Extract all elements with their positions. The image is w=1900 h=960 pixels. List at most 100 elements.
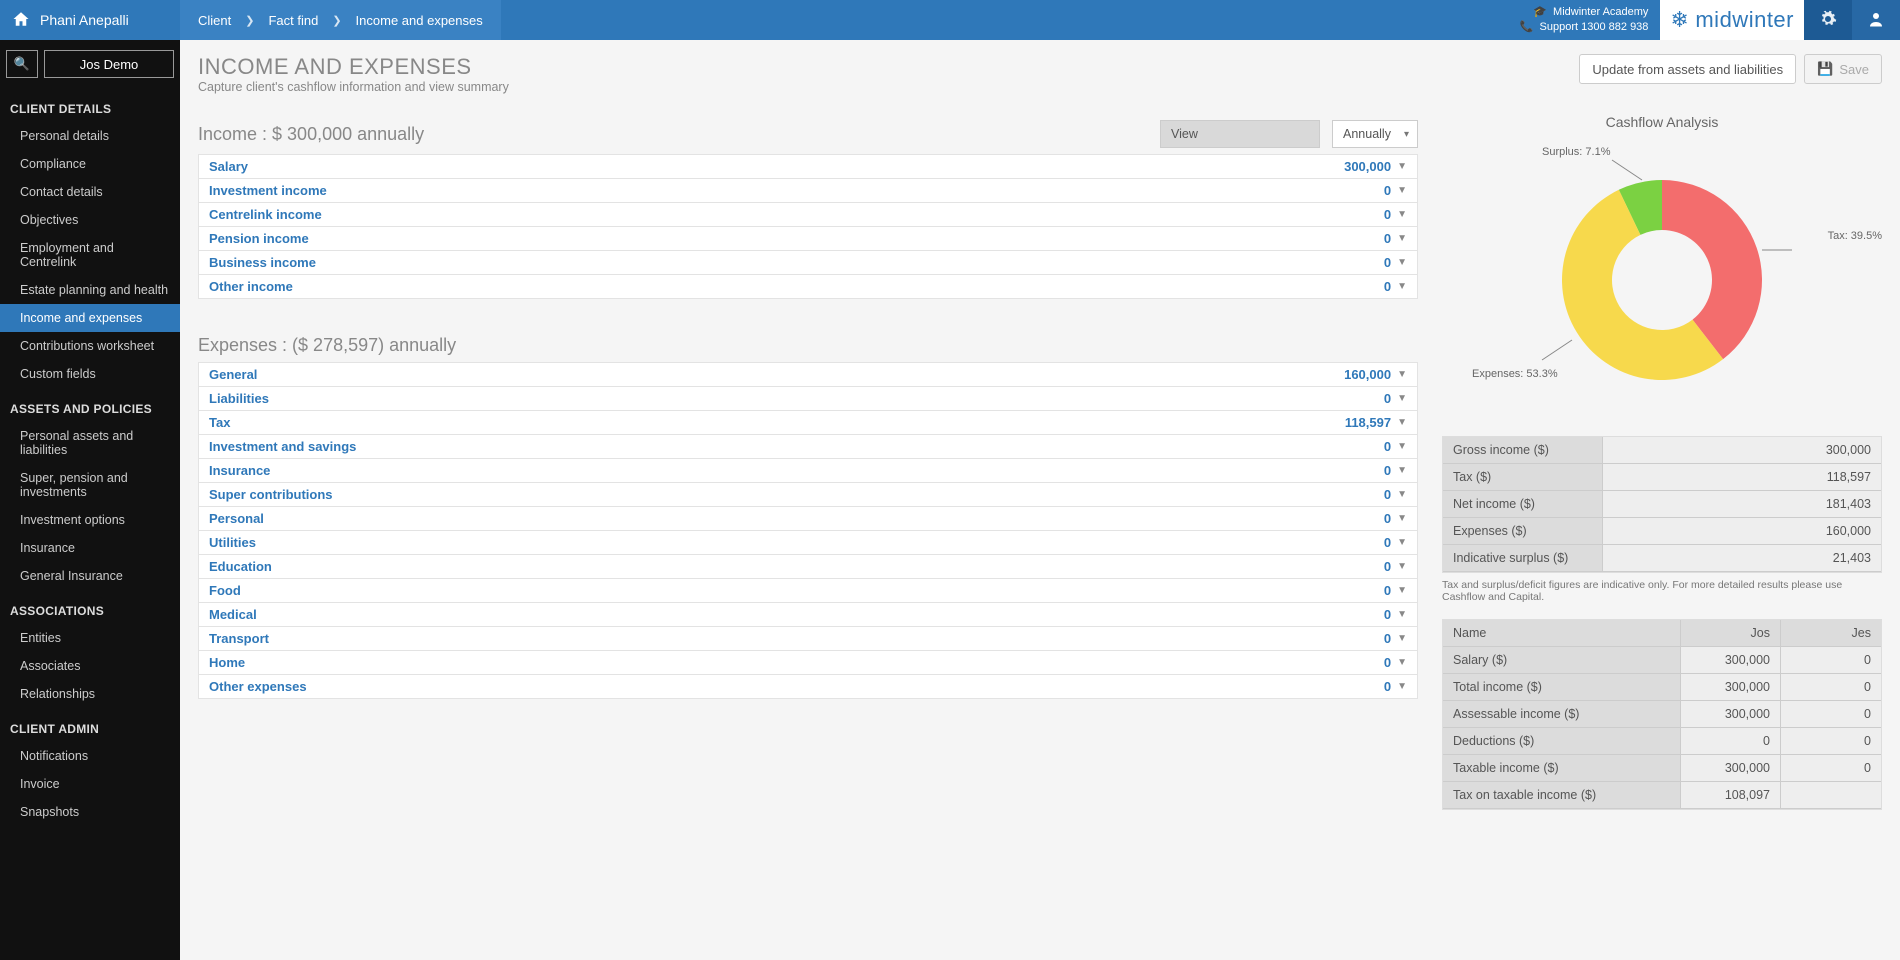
expenses-heading: Expenses : ($ 278,597) annually	[198, 335, 1418, 356]
row-value: 0	[1384, 535, 1391, 550]
academy-icon: 🎓	[1533, 5, 1547, 20]
topbar: Phani Anepalli Client ❯ Fact find ❯ Inco…	[0, 0, 1900, 40]
phone-icon: 📞	[1520, 20, 1534, 35]
data-row[interactable]: Super contributions0▼	[199, 483, 1417, 507]
sidebar-item[interactable]: Relationships	[0, 680, 180, 708]
row-value: 0	[1384, 255, 1391, 270]
sidebar-item[interactable]: Notifications	[0, 742, 180, 770]
support-phone: Support 1300 882 938	[1540, 20, 1649, 35]
data-row[interactable]: Transport0▼	[199, 627, 1417, 651]
sidebar-item[interactable]: Entities	[0, 624, 180, 652]
summary-row: Net income ($)181,403	[1443, 491, 1881, 518]
data-row[interactable]: Insurance0▼	[199, 459, 1417, 483]
home-link[interactable]: Phani Anepalli	[0, 10, 180, 31]
settings-button[interactable]	[1804, 0, 1852, 40]
data-row[interactable]: Salary300,000▼	[199, 155, 1417, 179]
sidebar-item[interactable]: Personal details	[0, 122, 180, 150]
data-row[interactable]: Personal0▼	[199, 507, 1417, 531]
data-row[interactable]: Tax118,597▼	[199, 411, 1417, 435]
chevron-down-icon: ▼	[1397, 633, 1407, 644]
row-label: Food	[209, 583, 1384, 598]
row-value: 0	[1384, 207, 1391, 222]
sidebar-item[interactable]: Objectives	[0, 206, 180, 234]
summary-value: 21,403	[1603, 545, 1881, 572]
crumb-factfind[interactable]: Fact find	[268, 13, 318, 28]
sidebar-search-button[interactable]: 🔍	[6, 50, 38, 78]
income-heading: Income : $ 300,000 annually	[198, 124, 1148, 145]
profile-button[interactable]	[1852, 0, 1900, 40]
row-value: 0	[1384, 439, 1391, 454]
chevron-down-icon: ▼	[1397, 609, 1407, 620]
row-value: 0	[1384, 391, 1391, 406]
row-label: Investment and savings	[209, 439, 1384, 454]
sidebar-item[interactable]: General Insurance	[0, 562, 180, 590]
row-value: 0	[1384, 183, 1391, 198]
update-button[interactable]: Update from assets and liabilities	[1579, 54, 1796, 84]
row-label: Salary	[209, 159, 1344, 174]
sidebar-item[interactable]: Compliance	[0, 150, 180, 178]
data-row[interactable]: Investment and savings0▼	[199, 435, 1417, 459]
data-row[interactable]: Food0▼	[199, 579, 1417, 603]
sidebar-item[interactable]: Contact details	[0, 178, 180, 206]
snowflake-icon: ❄	[1670, 7, 1689, 33]
home-icon	[12, 10, 30, 31]
view-select[interactable]: View	[1160, 120, 1320, 148]
row-label: Super contributions	[209, 487, 1384, 502]
row-value: 0	[1384, 679, 1391, 694]
user-icon	[1867, 10, 1885, 31]
summary-key: Indicative surplus ($)	[1443, 545, 1603, 572]
page-title: INCOME AND EXPENSES	[198, 54, 509, 80]
row-label: Centrelink income	[209, 207, 1384, 222]
row-value: 0	[1384, 631, 1391, 646]
data-row[interactable]: Investment income0▼	[199, 179, 1417, 203]
row-label: Personal	[209, 511, 1384, 526]
data-row[interactable]: Business income0▼	[199, 251, 1417, 275]
summary-value: 181,403	[1603, 491, 1881, 518]
sidebar-item[interactable]: Personal assets and liabilities	[0, 422, 180, 464]
row-label: Other expenses	[209, 679, 1384, 694]
sidebar-item[interactable]: Super, pension and investments	[0, 464, 180, 506]
period-select[interactable]: Annually	[1332, 120, 1418, 148]
academy-link[interactable]: Midwinter Academy	[1553, 5, 1648, 20]
data-row[interactable]: General160,000▼	[199, 363, 1417, 387]
sidebar-item[interactable]: Estate planning and health	[0, 276, 180, 304]
summary-value: 160,000	[1603, 518, 1881, 545]
table-header: NameJosJes	[1443, 620, 1881, 647]
sidebar-item[interactable]: Associates	[0, 652, 180, 680]
row-value: 0	[1384, 607, 1391, 622]
client-selector[interactable]: Jos Demo	[44, 50, 174, 78]
data-row[interactable]: Other income0 ▼	[199, 275, 1417, 299]
data-row[interactable]: Utilities0▼	[199, 531, 1417, 555]
data-row[interactable]: Centrelink income0▼	[199, 203, 1417, 227]
crumb-client[interactable]: Client	[198, 13, 231, 28]
search-icon: 🔍	[14, 56, 30, 72]
row-value: 0	[1384, 279, 1391, 294]
data-row[interactable]: Liabilities0▼	[199, 387, 1417, 411]
sidebar-item[interactable]: Insurance	[0, 534, 180, 562]
crumb-income[interactable]: Income and expenses	[356, 13, 483, 28]
summary-row: Expenses ($)160,000	[1443, 518, 1881, 545]
chevron-down-icon: ▼	[1397, 281, 1407, 292]
row-label: Business income	[209, 255, 1384, 270]
save-button[interactable]: 💾Save	[1804, 54, 1882, 84]
row-label: Insurance	[209, 463, 1384, 478]
data-row[interactable]: Medical0▼	[199, 603, 1417, 627]
chevron-down-icon: ▼	[1397, 393, 1407, 404]
summary-row: Gross income ($)300,000	[1443, 437, 1881, 464]
data-row[interactable]: Education0▼	[199, 555, 1417, 579]
chevron-down-icon: ▼	[1397, 161, 1407, 172]
sidebar-item[interactable]: Snapshots	[0, 798, 180, 826]
sidebar-item[interactable]: Custom fields	[0, 360, 180, 388]
brand-logo[interactable]: ❄ midwinter	[1660, 0, 1804, 40]
data-row[interactable]: Other expenses0▼	[199, 675, 1417, 699]
row-label: Other income	[209, 279, 1384, 294]
row-value: 0	[1384, 511, 1391, 526]
sidebar-item[interactable]: Employment and Centrelink	[0, 234, 180, 276]
sidebar-item[interactable]: Investment options	[0, 506, 180, 534]
sidebar-item[interactable]: Income and expenses	[0, 304, 180, 332]
data-row[interactable]: Pension income0▼	[199, 227, 1417, 251]
data-row[interactable]: Home0▼	[199, 651, 1417, 675]
chevron-down-icon: ▼	[1397, 561, 1407, 572]
sidebar-item[interactable]: Contributions worksheet	[0, 332, 180, 360]
sidebar-item[interactable]: Invoice	[0, 770, 180, 798]
